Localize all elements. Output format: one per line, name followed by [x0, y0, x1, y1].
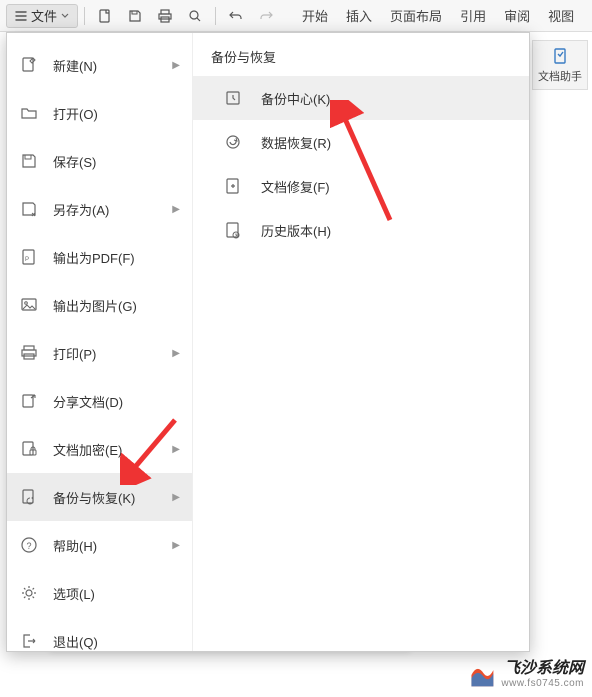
file-menu-button[interactable]: 文件 — [6, 4, 78, 28]
menu-saveas-label: 另存为(A) — [53, 200, 109, 219]
menu-new[interactable]: 新建(N) ▶ — [7, 41, 192, 89]
menu-open[interactable]: 打开(O) — [7, 89, 192, 137]
top-toolbar: 文件 开始 插入 页面布局 引用 审阅 视图 — [0, 0, 592, 32]
menu-help-label: 帮助(H) — [53, 536, 97, 555]
save-icon[interactable] — [121, 4, 149, 28]
tab-insert[interactable]: 插入 — [346, 6, 372, 25]
backup-center-icon — [223, 88, 243, 108]
submenu-doc-repair-label: 文档修复(F) — [261, 177, 330, 196]
menu-exit[interactable]: 退出(Q) — [7, 617, 192, 665]
watermark-url: www.fs0745.com — [501, 678, 584, 689]
file-menu-list: 新建(N) ▶ 打开(O) 保存(S) 另存为(A) ▶ P — [7, 33, 193, 651]
gear-icon — [19, 583, 39, 603]
svg-text:P: P — [25, 257, 29, 263]
tab-view[interactable]: 视图 — [548, 6, 574, 25]
submenu-history-label: 历史版本(H) — [261, 221, 331, 240]
helper-icon — [550, 46, 570, 66]
lock-icon — [19, 439, 39, 459]
redo-icon — [252, 4, 280, 28]
exit-icon — [19, 631, 39, 651]
tab-start[interactable]: 开始 — [302, 6, 328, 25]
svg-text:?: ? — [27, 541, 32, 551]
help-icon: ? — [19, 535, 39, 555]
menu-print-label: 打印(P) — [53, 344, 96, 363]
menu-options-label: 选项(L) — [53, 584, 95, 603]
menu-saveas[interactable]: 另存为(A) ▶ — [7, 185, 192, 233]
image-icon — [19, 295, 39, 315]
new-icon — [19, 55, 39, 75]
watermark-title: 飞沙系统网 — [501, 660, 584, 678]
save-icon — [19, 151, 39, 171]
menu-save-label: 保存(S) — [53, 152, 96, 171]
tab-review[interactable]: 审阅 — [504, 6, 530, 25]
menu-exportimg[interactable]: 输出为图片(G) — [7, 281, 192, 329]
backup-icon — [19, 487, 39, 507]
hamburger-icon — [15, 10, 27, 22]
watermark: 飞沙系统网 www.fs0745.com — [469, 660, 584, 689]
backup-submenu: 备份与恢复 备份中心(K)... 数据恢复(R) 文档修复(F) 历史版本(H) — [193, 33, 529, 651]
menu-exportpdf-label: 输出为PDF(F) — [53, 248, 135, 267]
recover-icon — [223, 132, 243, 152]
folder-icon — [19, 103, 39, 123]
toolbar-separator — [215, 7, 216, 25]
saveas-icon — [19, 199, 39, 219]
chevron-right-icon: ▶ — [172, 60, 180, 71]
chevron-right-icon: ▶ — [172, 348, 180, 359]
menu-print[interactable]: 打印(P) ▶ — [7, 329, 192, 377]
chevron-down-icon — [61, 12, 69, 20]
menu-share-label: 分享文档(D) — [53, 392, 123, 411]
menu-exportpdf[interactable]: P 输出为PDF(F) — [7, 233, 192, 281]
submenu-backup-center[interactable]: 备份中心(K)... — [193, 76, 529, 120]
menu-backup-label: 备份与恢复(K) — [53, 488, 135, 507]
history-icon — [223, 220, 243, 240]
doc-helper-button[interactable]: 文档助手 — [532, 40, 588, 90]
chevron-right-icon: ▶ — [172, 204, 180, 215]
ribbon-tabs: 开始 插入 页面布局 引用 审阅 视图 — [302, 6, 574, 25]
menu-help[interactable]: ? 帮助(H) ▶ — [7, 521, 192, 569]
menu-backup[interactable]: 备份与恢复(K) ▶ — [7, 473, 192, 521]
submenu-backup-center-label: 备份中心(K)... — [261, 89, 341, 108]
chevron-right-icon: ▶ — [172, 444, 180, 455]
tab-layout[interactable]: 页面布局 — [390, 6, 442, 25]
undo-icon[interactable] — [222, 4, 250, 28]
pdf-icon: P — [19, 247, 39, 267]
file-dropdown: 新建(N) ▶ 打开(O) 保存(S) 另存为(A) ▶ P — [6, 32, 530, 652]
menu-open-label: 打开(O) — [53, 104, 98, 123]
preview-icon[interactable] — [181, 4, 209, 28]
share-icon — [19, 391, 39, 411]
submenu-history[interactable]: 历史版本(H) — [193, 208, 529, 252]
menu-exportimg-label: 输出为图片(G) — [53, 296, 137, 315]
print-icon — [19, 343, 39, 363]
menu-options[interactable]: 选项(L) — [7, 569, 192, 617]
tab-reference[interactable]: 引用 — [460, 6, 486, 25]
new-doc-icon[interactable] — [91, 4, 119, 28]
repair-icon — [223, 176, 243, 196]
toolbar-separator — [84, 7, 85, 25]
menu-new-label: 新建(N) — [53, 56, 97, 75]
file-menu-label: 文件 — [31, 6, 57, 25]
chevron-right-icon: ▶ — [172, 492, 180, 503]
menu-save[interactable]: 保存(S) — [7, 137, 192, 185]
menu-share[interactable]: 分享文档(D) — [7, 377, 192, 425]
submenu-data-recover[interactable]: 数据恢复(R) — [193, 120, 529, 164]
print-icon[interactable] — [151, 4, 179, 28]
submenu-title: 备份与恢复 — [193, 47, 529, 76]
helper-label: 文档助手 — [538, 68, 582, 84]
menu-exit-label: 退出(Q) — [53, 632, 98, 651]
menu-encrypt[interactable]: 文档加密(E) ▶ — [7, 425, 192, 473]
submenu-data-recover-label: 数据恢复(R) — [261, 133, 331, 152]
submenu-doc-repair[interactable]: 文档修复(F) — [193, 164, 529, 208]
chevron-right-icon: ▶ — [172, 540, 180, 551]
watermark-logo-icon — [469, 662, 495, 688]
menu-encrypt-label: 文档加密(E) — [53, 440, 122, 459]
